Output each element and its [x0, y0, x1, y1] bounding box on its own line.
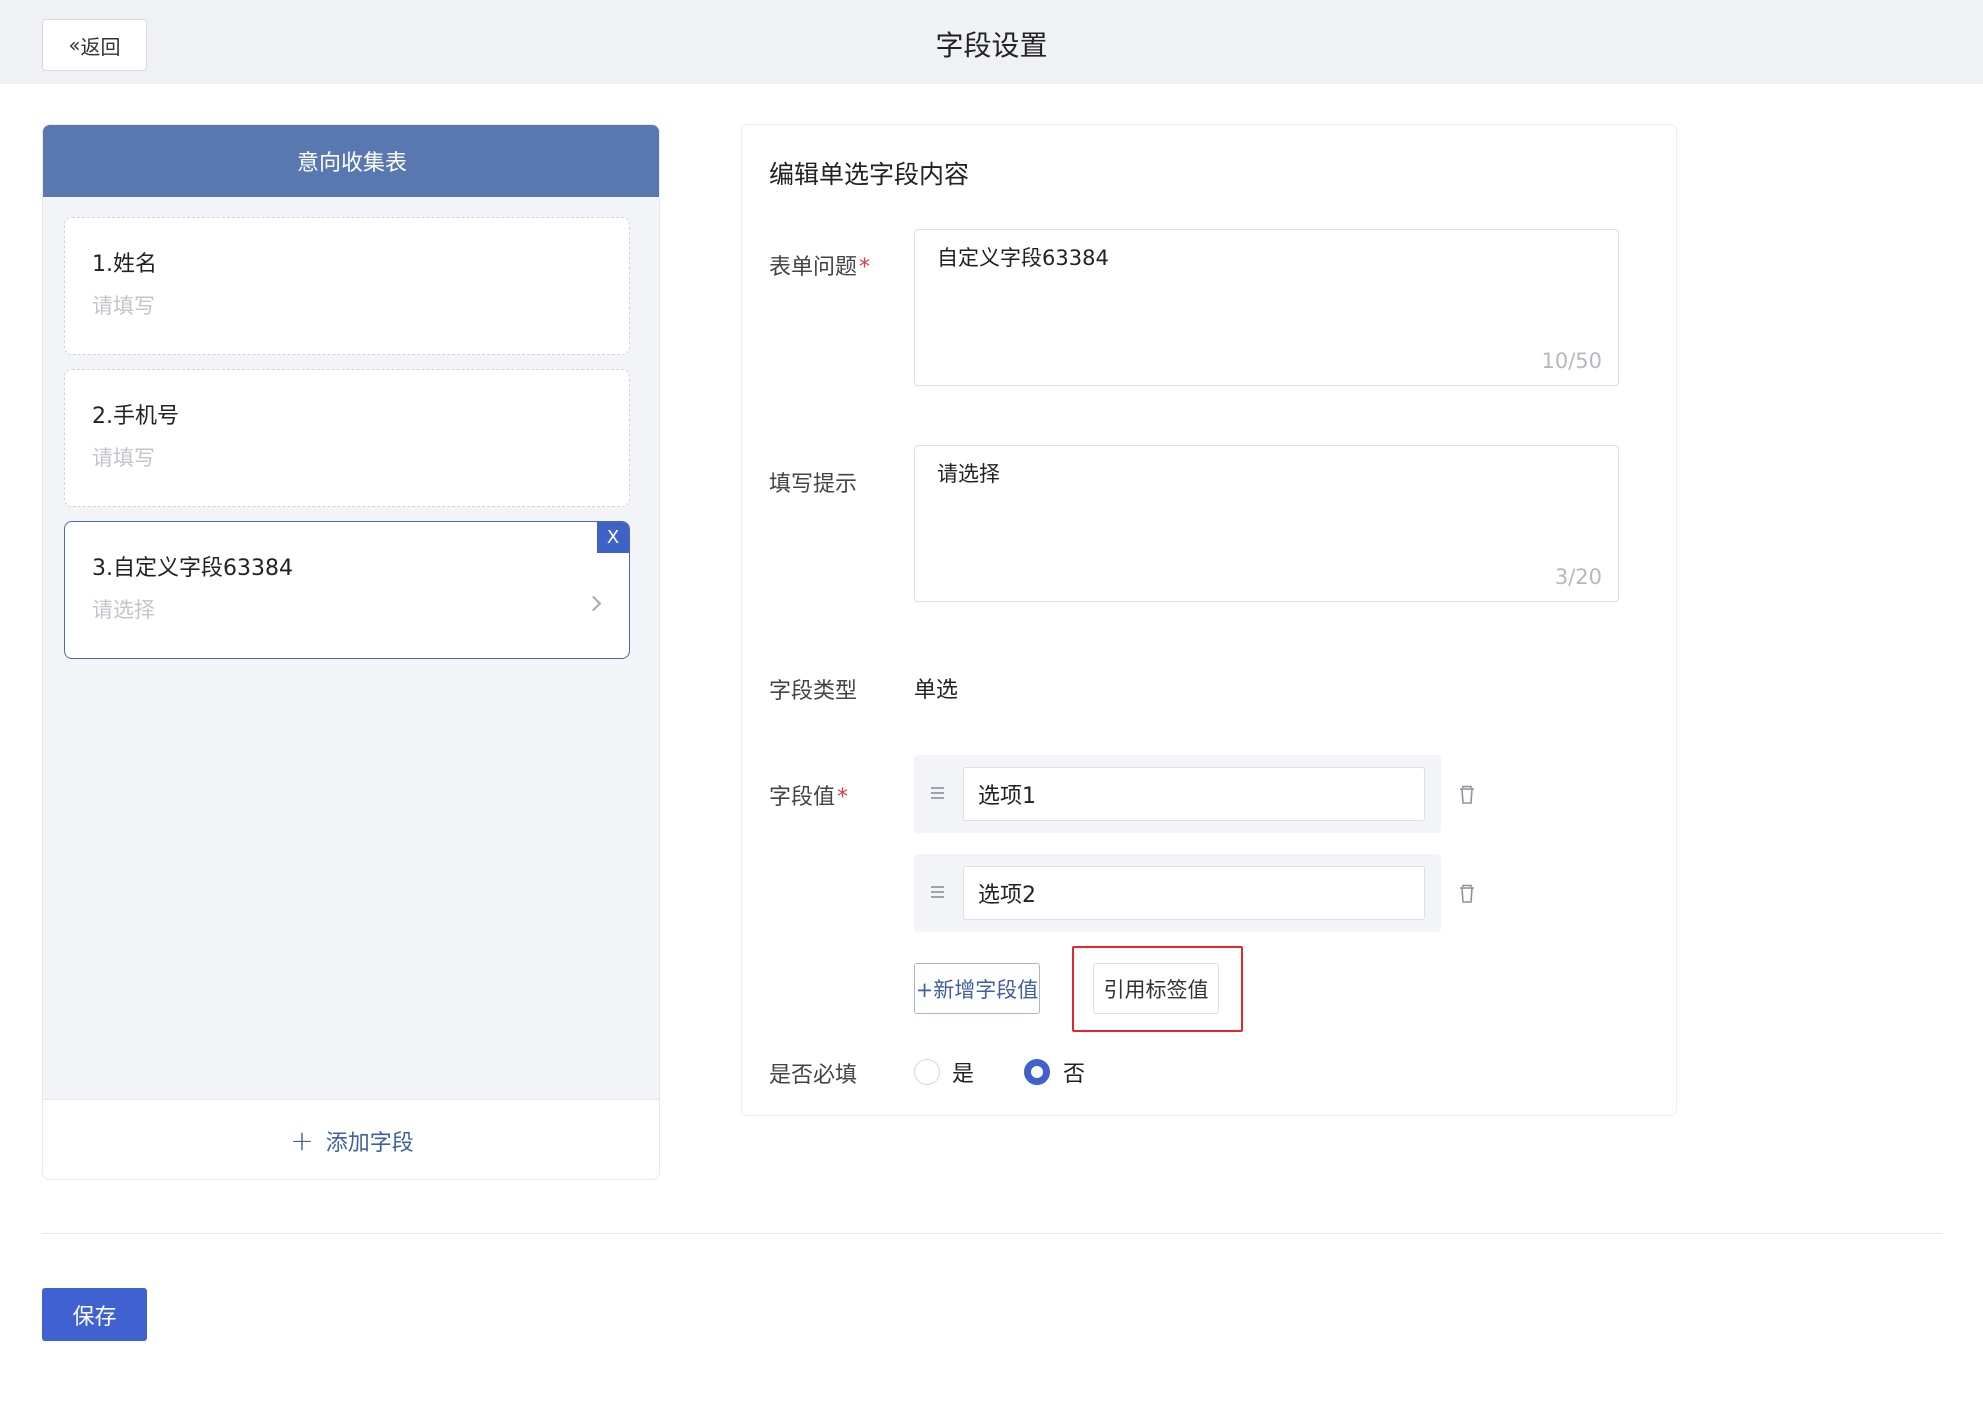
chevron-right-icon: [585, 595, 602, 612]
field-type-label: 字段类型: [769, 679, 858, 704]
question-textarea[interactable]: 自定义字段63384 10/50: [914, 229, 1619, 386]
option-row: [914, 755, 1441, 833]
editor-title: 编辑单选字段内容: [769, 160, 970, 189]
add-field-button[interactable]: + 添加字段: [43, 1099, 659, 1179]
radio-no[interactable]: [1024, 1059, 1050, 1085]
preview-field-card-custom[interactable]: X 3.自定义字段63384 请选择: [64, 521, 630, 659]
preview-field-placeholder: 请选择: [92, 598, 155, 622]
field-editor-panel: 编辑单选字段内容 表单问题* 自定义字段63384 10/50 填写提示 请选择…: [741, 124, 1677, 1116]
option-row: [914, 854, 1441, 932]
trash-icon[interactable]: [1458, 884, 1476, 904]
preview-field-title: 3.自定义字段63384: [92, 556, 293, 581]
radio-yes[interactable]: [914, 1059, 940, 1085]
hint-textarea[interactable]: 请选择 3/20: [914, 445, 1619, 602]
drag-handle-icon[interactable]: [931, 787, 944, 799]
field-values-label: 字段值*: [769, 779, 848, 811]
preview-field-card-phone[interactable]: 2.手机号 请填写: [64, 369, 630, 507]
preview-field-title: 2.手机号: [92, 404, 179, 429]
form-preview-title: 意向收集表: [43, 125, 659, 197]
preview-field-placeholder: 请填写: [92, 446, 155, 470]
footer-divider: [42, 1233, 1942, 1234]
field-values-label-text: 字段值: [769, 785, 836, 810]
trash-icon[interactable]: [1458, 785, 1476, 805]
top-header: ‹‹ 返回 字段设置: [0, 0, 1983, 84]
radio-yes-label: 是: [952, 1062, 975, 1087]
question-char-count: 10/50: [1541, 349, 1602, 373]
field-type-value: 单选: [914, 678, 959, 703]
drag-handle-icon[interactable]: [931, 886, 944, 898]
remove-field-button[interactable]: X: [597, 522, 629, 553]
add-field-label: 添加字段: [325, 1130, 414, 1156]
option-input[interactable]: [963, 866, 1425, 920]
form-preview-panel: 意向收集表 1.姓名 请填写 2.手机号 请填写 X 3.自定义字段63384 …: [42, 124, 660, 1180]
page-title: 字段设置: [935, 29, 1048, 62]
save-button[interactable]: 保存: [42, 1288, 147, 1341]
question-label: 表单问题*: [769, 249, 870, 281]
required-mark: *: [859, 255, 871, 280]
add-field-value-button[interactable]: +新增字段值: [914, 963, 1040, 1014]
required-mark: *: [837, 785, 849, 810]
preview-field-title: 1.姓名: [92, 252, 157, 277]
question-label-text: 表单问题: [769, 255, 858, 280]
reference-tag-value-button[interactable]: 引用标签值: [1093, 963, 1219, 1014]
radio-no-label: 否: [1063, 1062, 1086, 1087]
preview-field-card-name[interactable]: 1.姓名 请填写: [64, 217, 630, 355]
option-input[interactable]: [963, 767, 1425, 821]
preview-field-placeholder: 请填写: [92, 294, 155, 318]
hint-label: 填写提示: [769, 472, 858, 497]
question-value: 自定义字段63384: [937, 246, 1109, 270]
plus-icon: +: [290, 1124, 314, 1157]
hint-value: 请选择: [937, 462, 1000, 486]
required-setting-label: 是否必填: [769, 1063, 858, 1088]
hint-char-count: 3/20: [1554, 565, 1602, 589]
